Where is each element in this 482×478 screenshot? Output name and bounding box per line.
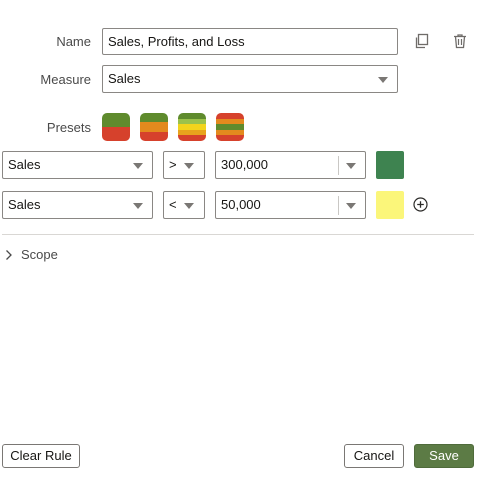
delete-icon[interactable] [452, 33, 468, 49]
preset-2-button[interactable] [140, 113, 168, 141]
preset-stripe [140, 131, 168, 141]
copy-icon[interactable] [414, 33, 430, 49]
save-button[interactable]: Save [414, 444, 474, 468]
name-label: Name [56, 34, 91, 49]
combobox-divider [338, 156, 339, 175]
section-divider [2, 234, 474, 235]
chevron-down-icon [133, 163, 143, 169]
chevron-down-icon [346, 203, 356, 209]
scope-label: Scope [21, 247, 58, 262]
scope-toggle[interactable]: Scope [2, 246, 72, 264]
rule-2-operator-select[interactable]: < [163, 191, 205, 219]
rule-2-color-swatch[interactable] [376, 191, 404, 219]
clear-rule-button[interactable]: Clear Rule [2, 444, 80, 468]
rule-1-operator-select[interactable]: > [163, 151, 205, 179]
chevron-down-icon [133, 203, 143, 209]
measure-label: Measure [40, 72, 91, 87]
rule-1-value: 300,000 [221, 157, 268, 172]
preset-stripe [140, 122, 168, 132]
preset-1-button[interactable] [102, 113, 130, 141]
preset-3-button[interactable] [178, 113, 206, 141]
cancel-button[interactable]: Cancel [344, 444, 404, 468]
preset-stripe [102, 127, 130, 141]
rule-2-operator-value: < [169, 197, 177, 212]
rule-2-value: 50,000 [221, 197, 261, 212]
presets-label: Presets [46, 120, 91, 135]
preset-stripe [216, 135, 244, 141]
rule-1-color-swatch[interactable] [376, 151, 404, 179]
chevron-down-icon [378, 77, 388, 83]
chevron-down-icon [184, 203, 194, 209]
rule-2-value-combobox[interactable]: 50,000 [215, 191, 366, 219]
chevron-down-icon [184, 163, 194, 169]
measure-select[interactable]: Sales [102, 65, 398, 93]
preset-stripe [178, 135, 206, 141]
preset-stripe [102, 113, 130, 127]
rule-1-operator-value: > [169, 157, 177, 172]
preset-4-button[interactable] [216, 113, 244, 141]
combobox-divider [338, 196, 339, 215]
name-input[interactable]: Sales, Profits, and Loss [102, 28, 398, 55]
preset-stripe [140, 113, 168, 123]
measure-select-value: Sales [108, 71, 141, 86]
rule-1-value-combobox[interactable]: 300,000 [215, 151, 366, 179]
chevron-down-icon [346, 163, 356, 169]
add-rule-icon[interactable] [413, 197, 428, 212]
rule-2-measure-value: Sales [8, 197, 41, 212]
rule-1-measure-value: Sales [8, 157, 41, 172]
rule-2-measure-select[interactable]: Sales [2, 191, 153, 219]
rule-1-measure-select[interactable]: Sales [2, 151, 153, 179]
chevron-right-icon [6, 250, 12, 260]
